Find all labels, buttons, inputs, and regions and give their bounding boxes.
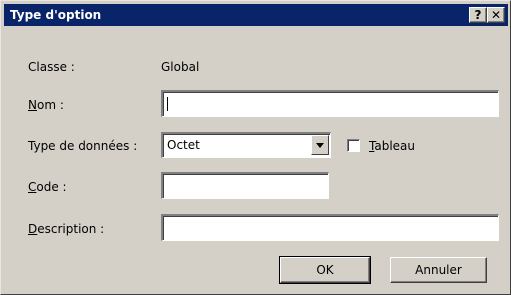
description-input[interactable]	[161, 214, 499, 241]
dialog-title: Type d'option	[10, 8, 102, 22]
help-icon: ?	[474, 8, 482, 22]
type-select[interactable]: Octet	[161, 132, 331, 158]
close-icon: ✕	[490, 8, 502, 22]
tableau-label-rest: ableau	[374, 139, 415, 153]
tableau-checkbox[interactable]	[347, 139, 360, 152]
description-label: Description :	[28, 221, 104, 237]
nom-label-rest: om :	[36, 98, 64, 112]
nom-label: Nom :	[28, 97, 64, 113]
description-mnemonic: D	[28, 222, 38, 236]
code-label-rest: ode :	[36, 180, 67, 194]
ok-button[interactable]: OK	[279, 256, 371, 284]
tableau-label[interactable]: Tableau	[369, 138, 415, 154]
chevron-down-icon[interactable]	[311, 135, 329, 155]
type-label: Type de données :	[28, 139, 138, 153]
classe-value: Global	[161, 60, 200, 74]
code-label: Code :	[28, 179, 67, 195]
title-bar: Type d'option ? ✕	[4, 4, 508, 26]
close-button[interactable]: ✕	[487, 7, 505, 23]
text-caret	[167, 96, 168, 111]
nom-mnemonic: N	[28, 98, 37, 112]
option-type-dialog: Type d'option ? ✕ Classe : Global Nom : …	[0, 0, 511, 295]
code-input[interactable]	[161, 172, 329, 199]
type-value: Octet	[167, 138, 200, 152]
nom-input[interactable]	[161, 90, 499, 117]
cancel-button[interactable]: Annuler	[390, 257, 487, 283]
description-label-rest: escription :	[37, 222, 105, 236]
classe-label: Classe :	[28, 60, 75, 74]
help-button[interactable]: ?	[469, 7, 487, 23]
